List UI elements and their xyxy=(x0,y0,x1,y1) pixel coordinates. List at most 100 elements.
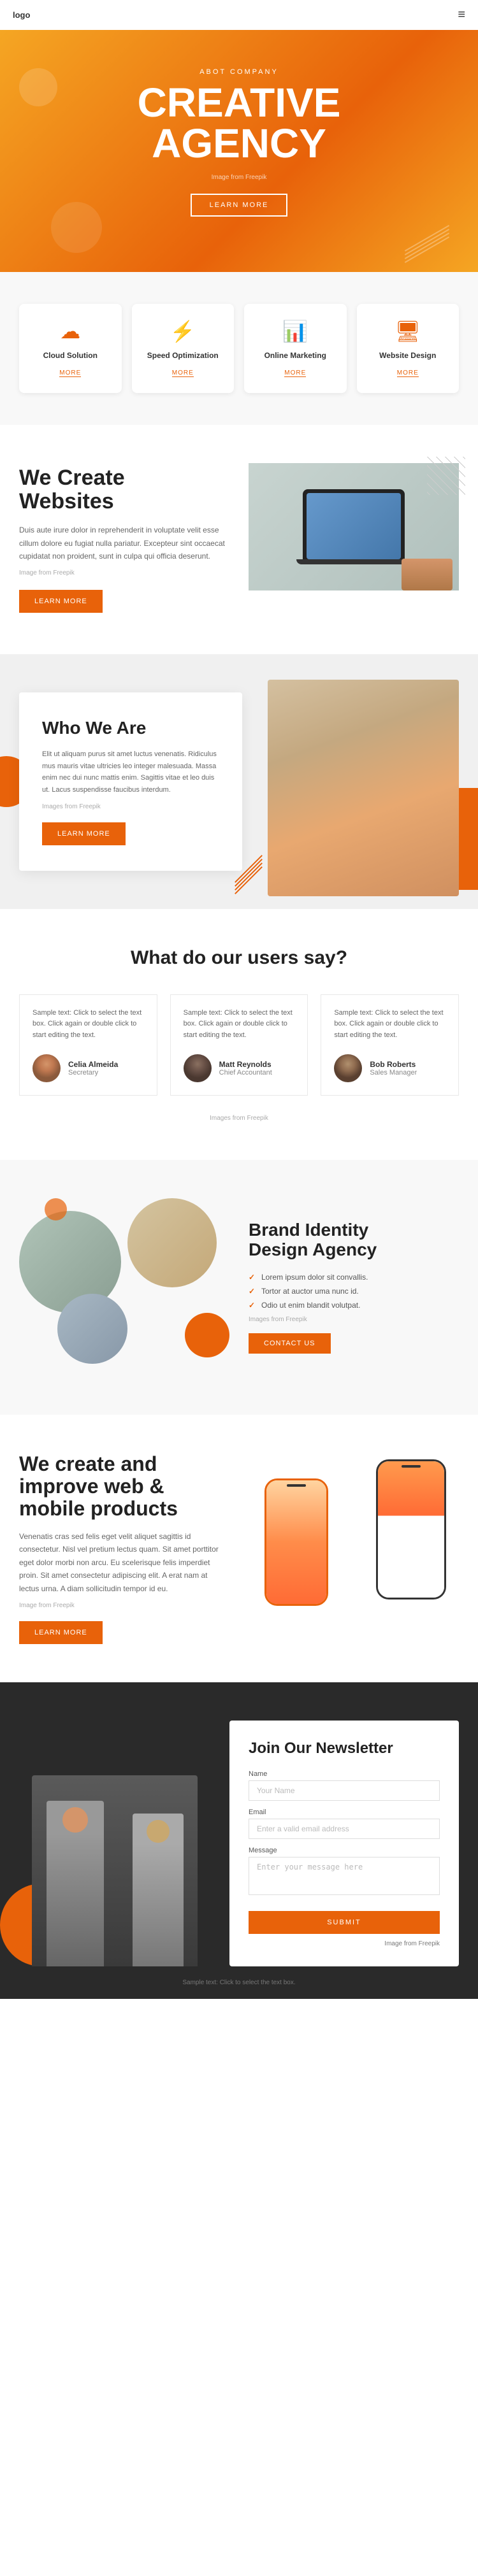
mobile-text-area: We create and improve web & mobile produ… xyxy=(19,1453,226,1645)
brand-identity-section: Brand Identity Design Agency Lorem ipsum… xyxy=(0,1160,478,1415)
we-create-title: We Create Websites xyxy=(19,466,229,514)
people-group xyxy=(32,1775,198,1966)
testimonial-role-1: Chief Accountant xyxy=(219,1069,272,1077)
hero-cta-button[interactable]: LEARN MORE xyxy=(191,194,288,217)
testimonial-person-0: Celia Almeida Secretary xyxy=(33,1054,144,1082)
testimonials-title: What do our users say? xyxy=(19,947,459,969)
testimonial-avatar-1 xyxy=(184,1054,212,1082)
we-create-image-area xyxy=(249,463,459,616)
brand-circles-area xyxy=(19,1198,229,1377)
testimonial-person-1: Matt Reynolds Chief Accountant xyxy=(184,1054,295,1082)
hero-decor-circle2 xyxy=(51,202,102,253)
footer: Sample text: Click to select the text bo… xyxy=(0,1966,478,1999)
laptop-hands xyxy=(402,559,453,590)
service-more-marketing[interactable]: MORE xyxy=(284,369,306,377)
hero-section: ABOT COMPANY CREATIVE AGENCY Image from … xyxy=(0,30,478,272)
service-title-cloud: Cloud Solution xyxy=(29,351,112,360)
we-create-cta-button[interactable]: LEARN MORE xyxy=(19,590,103,613)
testimonial-info-1: Matt Reynolds Chief Accountant xyxy=(219,1060,272,1077)
newsletter-submit-button[interactable]: SUBMIT xyxy=(249,1911,440,1934)
phone-main xyxy=(376,1459,446,1599)
newsletter-inner: Join Our Newsletter Name Email Message S… xyxy=(19,1721,459,1966)
testimonial-avatar-0 xyxy=(33,1054,61,1082)
who-img-credit: Images from Freepik xyxy=(42,801,219,812)
person-figure-2 xyxy=(133,1814,184,1966)
we-create-section: We Create Websites Duis aute irure dolor… xyxy=(0,425,478,654)
laptop-screen xyxy=(307,493,401,559)
service-more-web[interactable]: MORE xyxy=(397,369,419,377)
who-image xyxy=(268,680,459,896)
brand-orange-circle xyxy=(185,1313,229,1357)
service-card-marketing: 📊 Online Marketing MORE xyxy=(244,304,347,393)
header: logo ≡ xyxy=(0,0,478,30)
newsletter-message-group: Message xyxy=(249,1847,440,1898)
testimonial-card-1: Sample text: Click to select the text bo… xyxy=(170,994,308,1096)
newsletter-message-label: Message xyxy=(249,1847,440,1854)
brand-check-item-0: Lorem ipsum dolor sit convallis. xyxy=(249,1273,459,1282)
testimonial-text-0: Sample text: Click to select the text bo… xyxy=(33,1008,144,1041)
person-head-1 xyxy=(62,1807,88,1833)
we-create-body: Duis aute irure dolor in reprehenderit i… xyxy=(19,524,229,562)
we-create-text: We Create Websites Duis aute irure dolor… xyxy=(19,466,229,613)
testimonial-person-2: Bob Roberts Sales Manager xyxy=(334,1054,445,1082)
testimonial-role-2: Sales Manager xyxy=(370,1069,417,1077)
newsletter-name-label: Name xyxy=(249,1770,440,1778)
newsletter-form-card: Join Our Newsletter Name Email Message S… xyxy=(229,1721,459,1966)
newsletter-email-label: Email xyxy=(249,1808,440,1816)
we-create-orange-rect xyxy=(403,585,467,624)
who-cta-button[interactable]: LEARN MORE xyxy=(42,822,126,845)
brand-circle-small xyxy=(57,1294,127,1364)
testimonial-text-2: Sample text: Click to select the text bo… xyxy=(334,1008,445,1041)
services-section: ☁ Cloud Solution MORE ⚡ Speed Optimizati… xyxy=(0,272,478,425)
testimonial-info-2: Bob Roberts Sales Manager xyxy=(370,1060,417,1077)
testimonial-card-2: Sample text: Click to select the text bo… xyxy=(321,994,459,1096)
mobile-body: Venenatis cras sed felis eget velit aliq… xyxy=(19,1530,226,1595)
cloud-icon: ☁ xyxy=(29,319,112,343)
newsletter-title: Join Our Newsletter xyxy=(249,1740,440,1757)
hero-decor-lines xyxy=(402,235,453,253)
person-figure-1 xyxy=(47,1801,104,1966)
phone-secondary xyxy=(264,1478,328,1606)
newsletter-email-group: Email xyxy=(249,1808,440,1839)
we-create-pattern xyxy=(427,457,465,495)
newsletter-message-input[interactable] xyxy=(249,1857,440,1895)
testimonials-section: What do our users say? Sample text: Clic… xyxy=(0,909,478,1160)
newsletter-people-area xyxy=(19,1763,210,1966)
newsletter-name-input[interactable] xyxy=(249,1780,440,1801)
testimonial-avatar-2 xyxy=(334,1054,362,1082)
testimonial-name-2: Bob Roberts xyxy=(370,1060,417,1069)
service-more-speed[interactable]: MORE xyxy=(172,369,194,377)
brand-img-2 xyxy=(127,1198,217,1287)
who-card: Who We Are Elit ut aliquam purus sit ame… xyxy=(19,692,242,871)
who-body: Elit ut aliquam purus sit amet luctus ve… xyxy=(42,748,219,796)
brand-check-item-1: Tortor at auctor uma nunc id. xyxy=(249,1287,459,1296)
brand-circle-medium xyxy=(127,1198,217,1287)
mobile-title: We create and improve web & mobile produ… xyxy=(19,1453,226,1521)
phone-notch-secondary xyxy=(287,1484,306,1487)
hero-subtitle: ABOT COMPANY xyxy=(13,68,465,76)
speed-icon: ⚡ xyxy=(142,319,224,343)
service-card-speed: ⚡ Speed Optimization MORE xyxy=(132,304,235,393)
who-we-are-section: Who We Are Elit ut aliquam purus sit ame… xyxy=(0,654,478,909)
newsletter-name-group: Name xyxy=(249,1770,440,1801)
who-title: Who We Are xyxy=(42,718,219,738)
phone-secondary-screen xyxy=(266,1480,326,1604)
testimonials-grid: Sample text: Click to select the text bo… xyxy=(19,994,459,1096)
hero-img-credit: Image from Freepik xyxy=(13,174,465,181)
testimonial-card-0: Sample text: Click to select the text bo… xyxy=(19,994,157,1096)
testimonial-role-0: Secretary xyxy=(68,1069,118,1077)
mobile-phones-area xyxy=(252,1459,459,1638)
hero-title-line1: CREATIVE xyxy=(138,80,341,125)
phone-main-screen xyxy=(378,1461,444,1598)
hamburger-icon[interactable]: ≡ xyxy=(458,8,465,22)
who-photo xyxy=(268,680,459,896)
hero-title-line2: AGENCY xyxy=(152,120,326,166)
brand-contact-button[interactable]: CONTACT US xyxy=(249,1333,331,1354)
mobile-products-section: We create and improve web & mobile produ… xyxy=(0,1415,478,1683)
logo: logo xyxy=(13,10,30,20)
newsletter-email-input[interactable] xyxy=(249,1819,440,1839)
service-more-cloud[interactable]: MORE xyxy=(59,369,81,377)
testimonial-info-0: Celia Almeida Secretary xyxy=(68,1060,118,1077)
mobile-cta-button[interactable]: LEARN MORE xyxy=(19,1621,103,1644)
brand-checklist: Lorem ipsum dolor sit convallis. Tortor … xyxy=(249,1273,459,1310)
